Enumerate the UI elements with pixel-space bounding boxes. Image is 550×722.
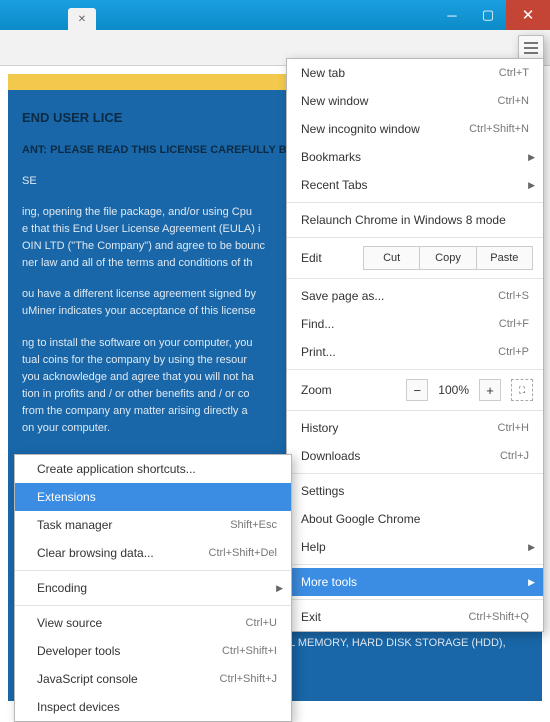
submenu-encoding[interactable]: Encoding▶ bbox=[15, 574, 291, 602]
submenu-developer-tools[interactable]: Developer toolsCtrl+Shift+I bbox=[15, 637, 291, 665]
submenu-task-manager[interactable]: Task managerShift+Esc bbox=[15, 511, 291, 539]
menu-new-window[interactable]: New windowCtrl+N bbox=[287, 87, 543, 115]
menu-more-tools[interactable]: More tools▶ bbox=[287, 568, 543, 596]
submenu-clear-browsing[interactable]: Clear browsing data...Ctrl+Shift+Del bbox=[15, 539, 291, 567]
hamburger-menu-button[interactable] bbox=[518, 35, 544, 61]
chevron-right-icon: ▶ bbox=[528, 152, 535, 163]
copy-button[interactable]: Copy bbox=[420, 246, 476, 270]
menu-exit[interactable]: ExitCtrl+Shift+Q bbox=[287, 603, 543, 631]
menu-about[interactable]: About Google Chrome bbox=[287, 505, 543, 533]
menu-history[interactable]: HistoryCtrl+H bbox=[287, 414, 543, 442]
menu-find[interactable]: Find...Ctrl+F bbox=[287, 310, 543, 338]
menu-relaunch-win8[interactable]: Relaunch Chrome in Windows 8 mode bbox=[287, 206, 543, 234]
submenu-js-console[interactable]: JavaScript consoleCtrl+Shift+J bbox=[15, 665, 291, 693]
tab-close-icon[interactable]: ✕ bbox=[78, 14, 86, 25]
zoom-out-button[interactable]: − bbox=[406, 379, 428, 401]
menu-zoom-row: Zoom − 100% + ⛶ bbox=[287, 373, 543, 407]
window-titlebar: ✕ ─ ▢ ✕ bbox=[0, 0, 550, 30]
menu-recent-tabs[interactable]: Recent Tabs▶ bbox=[287, 171, 543, 199]
zoom-in-button[interactable]: + bbox=[479, 379, 501, 401]
menu-edit-row: Edit Cut Copy Paste bbox=[287, 241, 543, 275]
menu-downloads[interactable]: DownloadsCtrl+J bbox=[287, 442, 543, 470]
chevron-right-icon: ▶ bbox=[528, 180, 535, 191]
chrome-main-menu: New tabCtrl+T New windowCtrl+N New incog… bbox=[286, 58, 544, 632]
menu-bookmarks[interactable]: Bookmarks▶ bbox=[287, 143, 543, 171]
more-tools-submenu: Create application shortcuts... Extensio… bbox=[14, 454, 292, 722]
menu-help[interactable]: Help▶ bbox=[287, 533, 543, 561]
fullscreen-button[interactable]: ⛶ bbox=[511, 379, 533, 401]
maximize-button[interactable]: ▢ bbox=[470, 0, 506, 30]
hamburger-icon bbox=[524, 42, 538, 54]
menu-incognito[interactable]: New incognito windowCtrl+Shift+N bbox=[287, 115, 543, 143]
submenu-create-shortcuts[interactable]: Create application shortcuts... bbox=[15, 455, 291, 483]
submenu-inspect-devices[interactable]: Inspect devices bbox=[15, 693, 291, 721]
menu-settings[interactable]: Settings bbox=[287, 477, 543, 505]
submenu-extensions[interactable]: Extensions bbox=[15, 483, 291, 511]
minimize-button[interactable]: ─ bbox=[434, 0, 470, 30]
chevron-right-icon: ▶ bbox=[528, 542, 535, 553]
submenu-view-source[interactable]: View sourceCtrl+U bbox=[15, 609, 291, 637]
menu-new-tab[interactable]: New tabCtrl+T bbox=[287, 59, 543, 87]
close-button[interactable]: ✕ bbox=[506, 0, 550, 30]
chevron-right-icon: ▶ bbox=[276, 583, 283, 594]
menu-save-page[interactable]: Save page as...Ctrl+S bbox=[287, 282, 543, 310]
cut-button[interactable]: Cut bbox=[363, 246, 420, 270]
menu-print[interactable]: Print...Ctrl+P bbox=[287, 338, 543, 366]
paste-button[interactable]: Paste bbox=[477, 246, 533, 270]
chevron-right-icon: ▶ bbox=[528, 577, 535, 588]
zoom-level: 100% bbox=[438, 383, 469, 397]
browser-tab[interactable]: ✕ bbox=[68, 8, 96, 30]
